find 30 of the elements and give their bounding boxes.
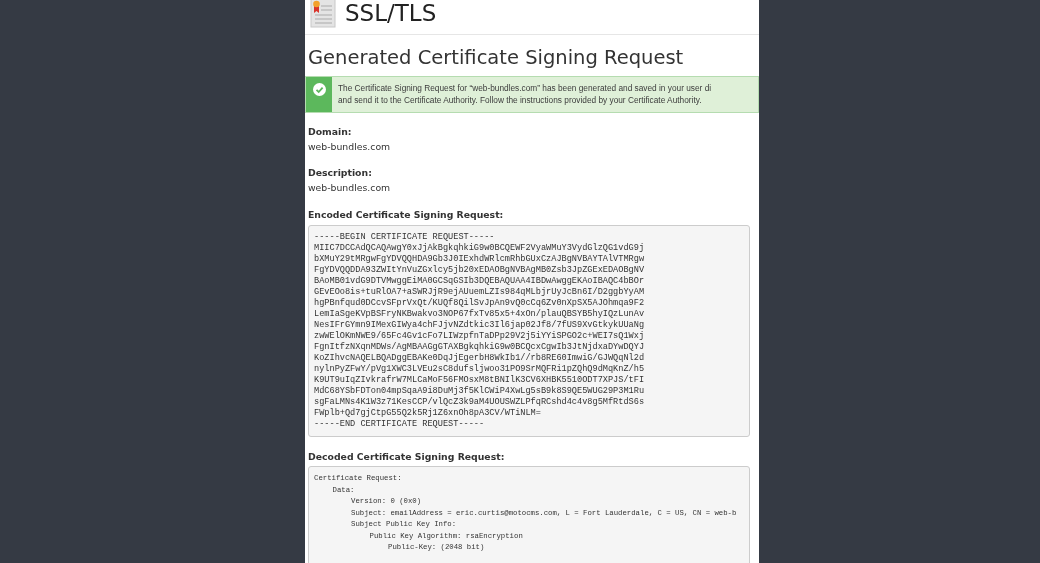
alert-message: The Certificate Signing Request for “web-bundles.com” has been generated and saved in your user di [338,82,712,94]
field-label: Domain: [308,125,353,139]
field-value: web-bundles.com [308,140,392,154]
certificate-icon [310,0,336,28]
field-label: Description: [308,166,373,180]
csr-line: LemIaSgeKVpBSFryNKBwakvo3NOP67fxTv85x5+4xOn/plauQBSYB5hyIQzLunAv [314,309,646,320]
csr-line: FgYDVQQDDA93ZWItYnVuZGxlcy5jb20xEDAOBgNVBAgMB0Zsb3JpZGExEDAOBgNV [314,265,646,276]
section-label: Decoded Certificate Signing Request: [308,450,506,464]
csr-line: nylnPyZFwY/pVg1XWC3LVEu2sC8dufsljwoo31PO9SrMQFRi1pZQhQ9dMqKnZ/h5 [314,364,646,375]
csr-line: MdC68YSbFDTon04mpSqaA9i8DuMj3f5KlCWiP4XwLg5sB9k8S9QE5WUG29P3M1Ru [314,386,646,397]
alert-message: and send it to the Certificate Authority. Follow the instructions provided by your Certificate Authority. [338,94,702,106]
csr-line: zwWElOKmNWE9/65Fc4Gv1cFo7LIWzpfnTaDPp29V2j5iYYiSPGO2c+WEI7sQ1Wxj [314,331,646,342]
check-icon [312,83,326,96]
csr-line: K9UT9uIqZIvkrafrW7MLCaMoF56FMOsxM8tBNIlK3CV6XHBK5510ODT7XPJS/tFI [314,375,646,386]
csr-line: sgFaLMNs4K1W3z71KesCCP/vlQcZ3k9aM4UOUSWZLPfqRCshd4c4v8g5MfRtdS6s [314,397,646,408]
csr-line: FWplb+Qd7gjCtpG55Q2k5Rj1Z6xnOh8pA3CV/WTiNLM= [314,408,542,419]
csr-line: FgnItfzNXqnMDWs/AgMBAAGgGTAXBgkqhkiG9w0BCQcxCgwIb3JtNjdxaDYwDQYJ [314,342,646,353]
csr-line: KoZIhvcNAQELBQADggEBAKe0DqJjEgerbH8WkIb1//rb8RE60ImwiG/GJWQqNl2d [314,353,646,364]
page-title: SSL/TLS [345,0,437,26]
field-value: web-bundles.com [308,181,392,195]
section-label: Encoded Certificate Signing Request: [308,208,505,222]
csr-line: bXMuY29tMRgwFgYDVQQHDA9Gb3J0IExhdWRlcmRhbGUxCzAJBgNVBAYTAlVTMRgw [314,254,646,265]
csr-line: MIIC7DCCAdQCAQAwgY0xJjAkBgkqhkiG9w0BCQEWF2VyaWMuY3VydGlzQG1vdG9j [314,243,646,254]
csr-line: NesIFrGYmn9IMexGIWya4chFJjvNZdtkic3Il6jap02Jf8/7fUS9XvGtkykUUaNg [314,320,646,331]
csr-line: GEvEOo8is+tuRlOA7+aSWRJjR9ejAUuemLZIs984qMLbjrUyJcBn6I/D2ggbYyAM [314,287,646,298]
page-heading: Generated Certificate Signing Request [308,45,685,71]
csr-line: BAoMB01vdG9DTVMwggEiMA0GCSqGSIb3DQEBAQUAA4IBDwAwggEKAoIBAQC4bBOr [314,276,646,287]
csr-line: -----BEGIN CERTIFICATE REQUEST----- [314,232,496,243]
csr-line: hgPBnfqud0DCcvSFprVxQt/KUQf8QilSvJpAn9vQ0cCq6Zv0nXpSX5AJOhmqa9F2 [314,298,646,309]
csr-line: -----END CERTIFICATE REQUEST----- [314,419,486,430]
